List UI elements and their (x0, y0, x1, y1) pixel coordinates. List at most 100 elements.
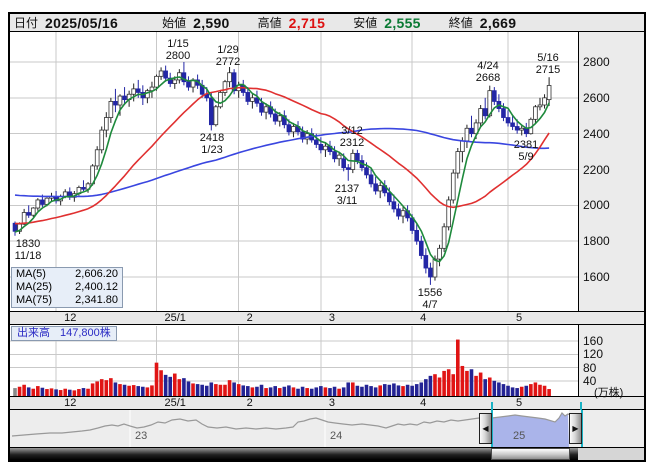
ohlc-header: 日付 2025/05/16 始値 2,590 高値 2,715 安値 2,555… (10, 14, 644, 32)
volume-bar (118, 384, 122, 396)
volume-bar (282, 386, 287, 396)
volume-bar (277, 388, 282, 396)
month-label: 4 (420, 397, 427, 409)
selection-tick-right (580, 402, 582, 410)
candle-up (104, 117, 109, 131)
volume-tick-label: 80 (583, 360, 597, 375)
volume-bar (433, 374, 437, 396)
volume-bar (54, 389, 58, 396)
volume-bar (104, 380, 109, 396)
volume-bar (241, 385, 246, 396)
candle-up (30, 207, 36, 216)
ma5-row: MA(5) 2,606.20 (12, 268, 122, 281)
ma5-value: 2,606.20 (75, 268, 118, 280)
volume-bar (63, 388, 68, 396)
candle-down (387, 192, 392, 203)
volume-bar (109, 378, 113, 396)
volume-bar (351, 382, 355, 396)
candle-down (286, 124, 292, 133)
candle-up (336, 154, 342, 160)
candle-down (12, 222, 18, 232)
month-label: 12 (64, 312, 77, 324)
volume-bar (309, 388, 314, 396)
candle-down (510, 122, 515, 127)
candle-up (542, 97, 547, 106)
volume-bar (204, 385, 209, 396)
volume-bar (483, 379, 487, 396)
navigator-canvas[interactable] (10, 410, 644, 448)
volume-bar (446, 369, 451, 396)
price-tick-label: 1600 (583, 270, 610, 284)
volume-bar (127, 385, 131, 396)
candle-down (482, 108, 488, 117)
close-label: 終値 (448, 16, 473, 30)
volume-tick-label: 160 (583, 334, 604, 349)
price-tick-label: 2400 (583, 126, 610, 141)
candle-down (364, 167, 369, 176)
navigator-year-label: 23 (135, 430, 148, 442)
month-label: 25/1 (164, 312, 186, 324)
navigator-year-label: 24 (330, 430, 343, 442)
volume-bar (36, 386, 40, 396)
volume-bar (49, 388, 54, 396)
candle-down (81, 187, 86, 190)
candle-up (537, 104, 543, 108)
volume-bar (209, 382, 214, 396)
volume-bar (259, 384, 264, 396)
candle-up (455, 151, 461, 174)
volume-bar (95, 381, 99, 396)
volume-bar (501, 384, 506, 396)
volume-tick-label: 120 (583, 347, 604, 362)
candle-up (250, 97, 255, 102)
volume-bar (314, 387, 319, 396)
candle-down (345, 167, 351, 170)
date-value: 2025/05/16 (45, 14, 119, 31)
candle-down (40, 199, 45, 205)
volume-bar (291, 387, 296, 396)
volume-bar (460, 365, 465, 396)
price-tick-label: 2800 (583, 55, 610, 69)
month-label: 2 (246, 397, 253, 409)
ma25-row: MA(25) 2,400.12 (12, 281, 122, 294)
volume-bar (487, 377, 492, 396)
low-value: 2,555 (384, 14, 421, 31)
volume-bar (328, 388, 332, 396)
volume-bar (200, 384, 204, 396)
volume-bar (319, 386, 323, 396)
volume-bar (22, 384, 26, 396)
volume-bar (346, 382, 351, 396)
candle-up (108, 101, 114, 118)
volume-bar (474, 375, 478, 396)
volume-bar (195, 384, 200, 396)
chart-annotation: 1/29 2772 (215, 44, 241, 68)
candle-down (514, 126, 520, 131)
volume-bar (437, 377, 442, 396)
candle-down (469, 127, 474, 135)
candle-down (122, 95, 127, 101)
volume-bar (323, 387, 328, 396)
navigator-right-arrow-button[interactable]: ▶ (569, 413, 582, 444)
candle-up (446, 199, 451, 228)
candle-down (186, 81, 191, 88)
candle-down (163, 70, 168, 79)
month-label: 3 (328, 312, 335, 324)
price-tick-label: 2200 (583, 162, 610, 177)
volume-bar (469, 369, 474, 396)
volume-bar (424, 379, 428, 396)
volume-bar (40, 387, 45, 396)
volume-bar (17, 386, 22, 396)
candle-up (450, 172, 456, 201)
candle-up (227, 72, 232, 83)
navigator-left-arrow-button[interactable]: ◀ (479, 413, 492, 444)
candle-up (441, 226, 447, 249)
volume-bar (364, 384, 369, 396)
candle-down (428, 267, 433, 278)
stock-chart-widget: 日付 2025/05/16 始値 2,590 高値 2,715 安値 2,555… (0, 0, 653, 470)
volume-bar (186, 381, 191, 396)
volume-bar (414, 384, 419, 396)
candle-up (117, 95, 123, 106)
volume-bar (337, 388, 341, 396)
chart-annotation: 1556 4/7 (417, 287, 443, 311)
x-axis-strip-top: 12 25/1 2 3 4 5 (10, 311, 644, 325)
scrollbar-thumb[interactable] (491, 448, 570, 460)
